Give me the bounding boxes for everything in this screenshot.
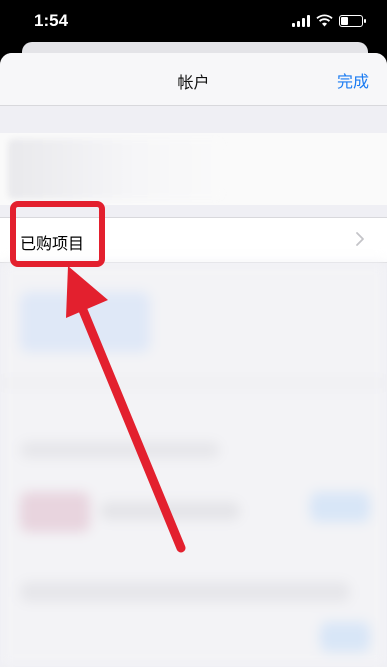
chevron-right-icon xyxy=(356,232,364,246)
status-bar: 1:54 xyxy=(0,0,387,44)
status-time: 1:54 xyxy=(34,11,69,30)
done-button[interactable]: 完成 xyxy=(337,68,369,92)
blurred-list-area xyxy=(0,262,387,667)
account-sheet: 帐户 完成 已购项目 xyxy=(0,53,387,667)
nav-bar: 帐户 完成 xyxy=(0,53,387,106)
status-icons xyxy=(292,14,366,27)
battery-icon xyxy=(339,14,366,27)
page-title: 帐户 xyxy=(177,73,210,92)
profile-blurred-content xyxy=(8,139,223,199)
signal-icon xyxy=(292,14,310,27)
highlight-box xyxy=(10,201,105,267)
wifi-icon xyxy=(316,14,333,27)
profile-row[interactable] xyxy=(0,133,387,205)
